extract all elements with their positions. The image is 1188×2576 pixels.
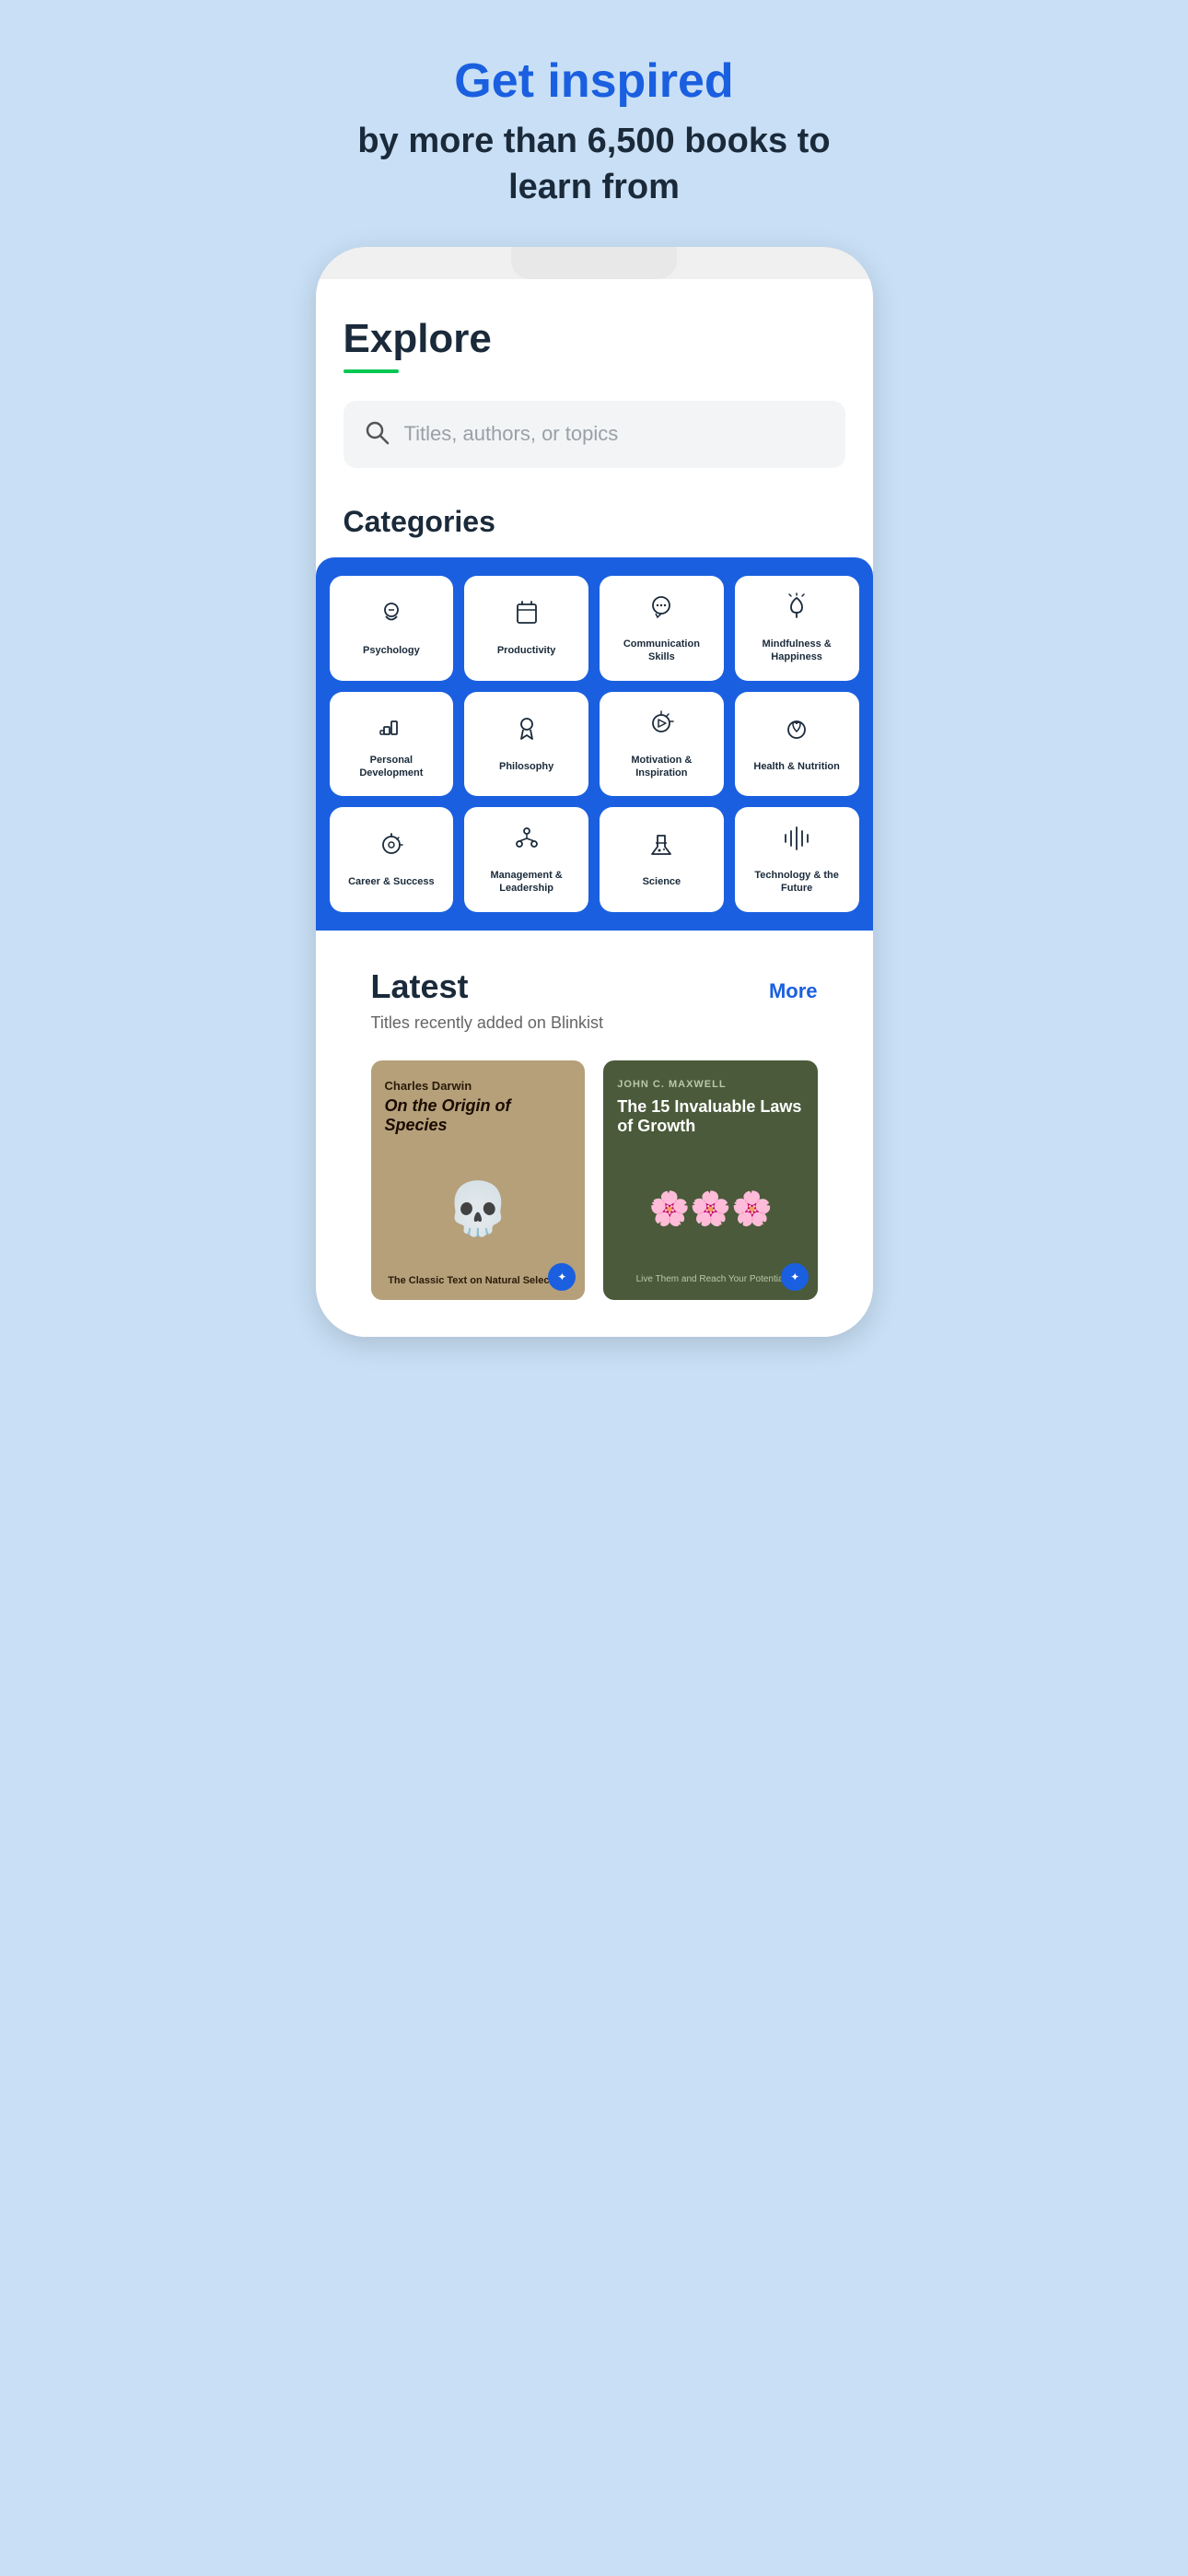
health-icon [782,715,811,751]
philosophy-label: Philosophy [499,760,553,773]
darwin-author: Charles Darwin [385,1079,572,1093]
productivity-label: Productivity [497,644,556,657]
hero-title: Get inspired [334,55,855,108]
book-darwin-card[interactable]: Charles Darwin On the Origin of Species … [371,1060,586,1300]
categories-grid: Psychology Productivity [330,576,859,912]
communication-icon [646,592,676,628]
motivation-label: Motivation & Inspiration [609,754,715,780]
search-placeholder: Titles, authors, or topics [404,422,619,446]
hero-section: Get inspired by more than 6,500 books to… [297,0,891,210]
health-label: Health & Nutrition [753,760,840,773]
science-icon [646,830,676,866]
psychology-icon [377,599,406,635]
book-maxwell-card[interactable]: JOHN C. MAXWELL The 15 Invaluable Laws o… [603,1060,817,1300]
personal-dev-label: Personal Development [339,754,445,780]
darwin-skull-illustration: 💀 [385,1178,572,1239]
category-psychology[interactable]: Psychology [330,576,454,681]
category-personal-dev[interactable]: Personal Development [330,692,454,797]
management-icon [512,824,542,860]
phone-notch [511,247,677,279]
explore-underline [344,369,399,373]
category-motivation[interactable]: Motivation & Inspiration [600,692,724,797]
latest-subtitle: Titles recently added on Blinkist [371,1013,818,1033]
maxwell-subtitle: Live Them and Reach Your Potential [617,1273,804,1286]
science-label: Science [643,875,681,888]
explore-title: Explore [344,316,845,362]
mindfulness-label: Mindfulness & Happiness [744,638,850,664]
personal-dev-icon [377,708,406,744]
maxwell-title: The 15 Invaluable Laws of Growth [617,1097,804,1137]
book-maxwell-cover: JOHN C. MAXWELL The 15 Invaluable Laws o… [603,1060,817,1300]
maxwell-author: JOHN C. MAXWELL [617,1079,804,1090]
books-row: Charles Darwin On the Origin of Species … [371,1060,818,1300]
maxwell-flowers-illustration: 🌸🌸🌸 [617,1189,804,1228]
category-philosophy[interactable]: Philosophy [464,692,588,797]
darwin-title: On the Origin of Species [385,1096,572,1135]
communication-label: Communication Skills [609,638,715,664]
technology-icon [782,824,811,860]
category-productivity[interactable]: Productivity [464,576,588,681]
technology-label: Technology & the Future [744,869,850,896]
category-technology[interactable]: Technology & the Future [735,807,859,912]
category-communication[interactable]: Communication Skills [600,576,724,681]
category-mindfulness[interactable]: Mindfulness & Happiness [735,576,859,681]
category-science[interactable]: Science [600,807,724,912]
latest-section: Latest More Titles recently added on Bli… [344,931,845,1337]
phone-screen-content: Explore Titles, authors, or topics Categ… [316,279,873,1337]
latest-header: Latest More [371,967,818,1006]
darwin-subtitle: The Classic Text on Natural Selection [385,1275,572,1286]
maxwell-badge: ✦ [781,1263,809,1291]
philosophy-icon [512,715,542,751]
hero-subtitle: by more than 6,500 books to learn from [334,119,855,210]
latest-title: Latest [371,967,469,1006]
darwin-badge: ✦ [548,1263,576,1291]
search-bar[interactable]: Titles, authors, or topics [344,401,845,468]
category-management[interactable]: Management & Leadership [464,807,588,912]
book-darwin-cover: Charles Darwin On the Origin of Species … [371,1060,586,1300]
productivity-icon [512,599,542,635]
search-icon [362,417,391,451]
mindfulness-icon [782,592,811,628]
categories-wrapper: Psychology Productivity [316,557,873,931]
psychology-label: Psychology [363,644,420,657]
more-link[interactable]: More [769,979,818,1003]
category-health[interactable]: Health & Nutrition [735,692,859,797]
categories-title: Categories [344,505,845,539]
management-label: Management & Leadership [473,869,579,896]
motivation-icon [646,708,676,744]
phone-mockup: Explore Titles, authors, or topics Categ… [316,247,873,1337]
career-icon [377,830,406,866]
category-career[interactable]: Career & Success [330,807,454,912]
career-label: Career & Success [348,875,435,888]
